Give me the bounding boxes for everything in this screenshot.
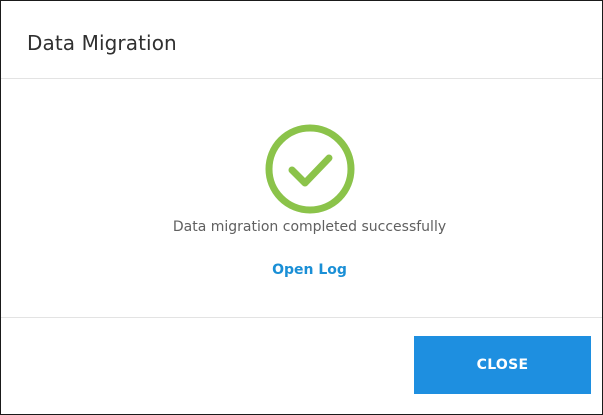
close-button[interactable]: CLOSE bbox=[414, 336, 591, 394]
dialog-title: Data Migration bbox=[27, 31, 177, 55]
dialog-footer: CLOSE bbox=[1, 317, 602, 414]
dialog-header: Data Migration bbox=[1, 1, 602, 79]
check-circle-icon bbox=[265, 124, 355, 214]
dialog-body: Data migration completed successfully Op… bbox=[1, 79, 602, 317]
success-message: Data migration completed successfully bbox=[172, 219, 447, 235]
data-migration-dialog: Data Migration Data migration completed … bbox=[0, 0, 603, 415]
open-log-link[interactable]: Open Log bbox=[1, 261, 603, 279]
